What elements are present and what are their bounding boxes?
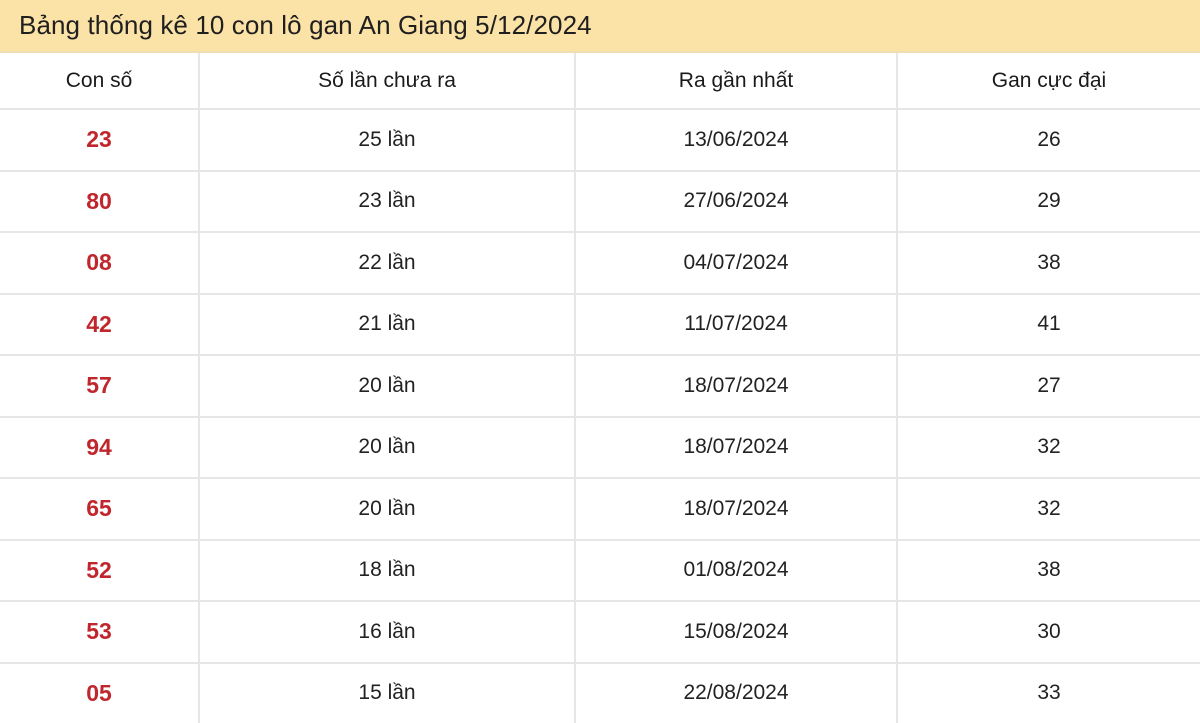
count-cell: 20 lần bbox=[199, 417, 575, 479]
last-date-cell: 22/08/2024 bbox=[575, 663, 897, 723]
count-cell: 21 lần bbox=[199, 294, 575, 356]
page-title: Bảng thống kê 10 con lô gan An Giang 5/1… bbox=[19, 10, 592, 41]
max-gan-cell: 30 bbox=[897, 601, 1200, 663]
number-cell: 42 bbox=[0, 294, 199, 356]
max-gan-cell: 41 bbox=[897, 294, 1200, 356]
last-date-cell: 18/07/2024 bbox=[575, 355, 897, 417]
table-row: 6520 lần18/07/202432 bbox=[0, 478, 1200, 540]
last-date-cell: 01/08/2024 bbox=[575, 540, 897, 602]
table-row: 5316 lần15/08/202430 bbox=[0, 601, 1200, 663]
last-date-cell: 11/07/2024 bbox=[575, 294, 897, 356]
count-cell: 18 lần bbox=[199, 540, 575, 602]
count-cell: 20 lần bbox=[199, 478, 575, 540]
number-cell: 65 bbox=[0, 478, 199, 540]
last-date-cell: 13/06/2024 bbox=[575, 109, 897, 171]
last-date-cell: 18/07/2024 bbox=[575, 478, 897, 540]
max-gan-cell: 38 bbox=[897, 232, 1200, 294]
header-so-lan-chua-ra: Số lần chưa ra bbox=[199, 53, 575, 109]
number-cell: 52 bbox=[0, 540, 199, 602]
count-cell: 25 lần bbox=[199, 109, 575, 171]
max-gan-cell: 33 bbox=[897, 663, 1200, 723]
count-cell: 23 lần bbox=[199, 171, 575, 233]
last-date-cell: 18/07/2024 bbox=[575, 417, 897, 479]
number-cell: 57 bbox=[0, 355, 199, 417]
count-cell: 16 lần bbox=[199, 601, 575, 663]
count-cell: 15 lần bbox=[199, 663, 575, 723]
number-cell: 80 bbox=[0, 171, 199, 233]
max-gan-cell: 26 bbox=[897, 109, 1200, 171]
table-row: 9420 lần18/07/202432 bbox=[0, 417, 1200, 479]
count-cell: 22 lần bbox=[199, 232, 575, 294]
last-date-cell: 15/08/2024 bbox=[575, 601, 897, 663]
number-cell: 08 bbox=[0, 232, 199, 294]
table-row: 0515 lần22/08/202433 bbox=[0, 663, 1200, 723]
number-cell: 23 bbox=[0, 109, 199, 171]
number-cell: 94 bbox=[0, 417, 199, 479]
number-cell: 53 bbox=[0, 601, 199, 663]
max-gan-cell: 32 bbox=[897, 478, 1200, 540]
max-gan-cell: 29 bbox=[897, 171, 1200, 233]
table-header-row: Con số Số lần chưa ra Ra gần nhất Gan cự… bbox=[0, 53, 1200, 109]
title-bar: Bảng thống kê 10 con lô gan An Giang 5/1… bbox=[0, 0, 1200, 53]
max-gan-cell: 38 bbox=[897, 540, 1200, 602]
table-row: 0822 lần04/07/202438 bbox=[0, 232, 1200, 294]
last-date-cell: 04/07/2024 bbox=[575, 232, 897, 294]
table-row: 5218 lần01/08/202438 bbox=[0, 540, 1200, 602]
header-con-so: Con số bbox=[0, 53, 199, 109]
lo-gan-table: Con số Số lần chưa ra Ra gần nhất Gan cự… bbox=[0, 53, 1200, 723]
max-gan-cell: 32 bbox=[897, 417, 1200, 479]
table-row: 5720 lần18/07/202427 bbox=[0, 355, 1200, 417]
last-date-cell: 27/06/2024 bbox=[575, 171, 897, 233]
number-cell: 05 bbox=[0, 663, 199, 723]
count-cell: 20 lần bbox=[199, 355, 575, 417]
header-gan-cuc-dai: Gan cực đại bbox=[897, 53, 1200, 109]
max-gan-cell: 27 bbox=[897, 355, 1200, 417]
table-row: 8023 lần27/06/202429 bbox=[0, 171, 1200, 233]
header-ra-gan-nhat: Ra gần nhất bbox=[575, 53, 897, 109]
table-row: 2325 lần13/06/202426 bbox=[0, 109, 1200, 171]
table-row: 4221 lần11/07/202441 bbox=[0, 294, 1200, 356]
